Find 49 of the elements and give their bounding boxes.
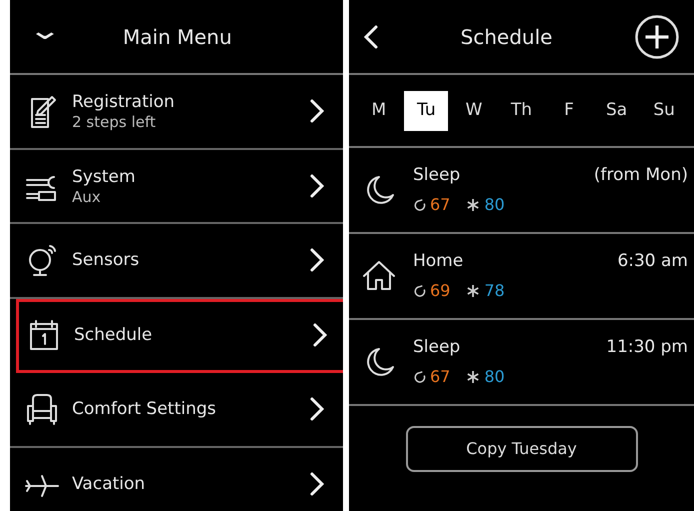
chevron-right-icon	[309, 396, 325, 422]
menu-item-title: Vacation	[72, 472, 146, 495]
menu-item-subtitle: 2 steps left	[72, 113, 157, 132]
menu-item-title: Comfort Settings	[72, 398, 218, 420]
day-tab[interactable]: Th	[499, 90, 544, 130]
menu-item-title: System	[72, 166, 136, 188]
menu-item-title: Sensors	[72, 249, 140, 272]
snowflake-icon	[466, 198, 480, 212]
back-icon	[363, 24, 379, 50]
collapse-button[interactable]: ⌄	[11, 18, 78, 56]
menu-item[interactable]: Comfort Settings	[10, 373, 343, 448]
menu-item[interactable]: System Aux	[10, 150, 343, 224]
snowflake-icon	[466, 284, 480, 298]
day-tab[interactable]: F	[547, 90, 592, 130]
menu-item-title: Registration	[72, 91, 176, 114]
heat-setpoint: 69	[430, 280, 450, 302]
menu-item-title: Schedule	[74, 324, 154, 346]
day-tab[interactable]: M	[356, 90, 401, 130]
period-name: Home	[413, 250, 464, 274]
menu-item[interactable]: Schedule	[16, 298, 343, 373]
day-tab[interactable]: Tu	[404, 90, 448, 130]
period-time: 11:30 pm	[606, 336, 688, 360]
menu-item[interactable]: Sensors	[10, 224, 343, 298]
cool-setpoint: 80	[484, 366, 505, 388]
menu-item[interactable]: Vacation	[10, 448, 343, 511]
day-tab[interactable]: Su	[642, 90, 686, 130]
snowflake-icon	[466, 370, 480, 384]
menu-item-subtitle: Aux	[72, 188, 102, 206]
heat-setpoint: 67	[430, 194, 450, 216]
copy-day-button[interactable]: Copy Tuesday	[406, 426, 638, 472]
heat-setpoint: 67	[430, 366, 450, 388]
armchair-icon	[24, 391, 60, 428]
menu-item[interactable]: Registration 2 steps left	[10, 75, 343, 150]
chevron-right-icon	[309, 98, 325, 124]
period-time: 6:30 am	[617, 250, 688, 274]
day-tab[interactable]: Sa	[594, 90, 639, 130]
cool-setpoint: 78	[484, 280, 505, 302]
screen-title: Schedule	[460, 24, 554, 50]
period-name: Sleep	[413, 164, 460, 188]
period-name: Sleep	[413, 336, 460, 360]
chevron-right-icon	[309, 172, 325, 199]
add-icon	[634, 14, 680, 60]
chevron-right-icon	[309, 247, 325, 274]
chevron-right-icon	[309, 470, 325, 497]
day-tab[interactable]: W	[452, 90, 496, 130]
chevron-right-icon	[312, 322, 328, 348]
menu-title: Main Menu	[122, 24, 233, 50]
cool-setpoint: 80	[484, 194, 505, 216]
period-time: (from Mon)	[594, 164, 688, 188]
